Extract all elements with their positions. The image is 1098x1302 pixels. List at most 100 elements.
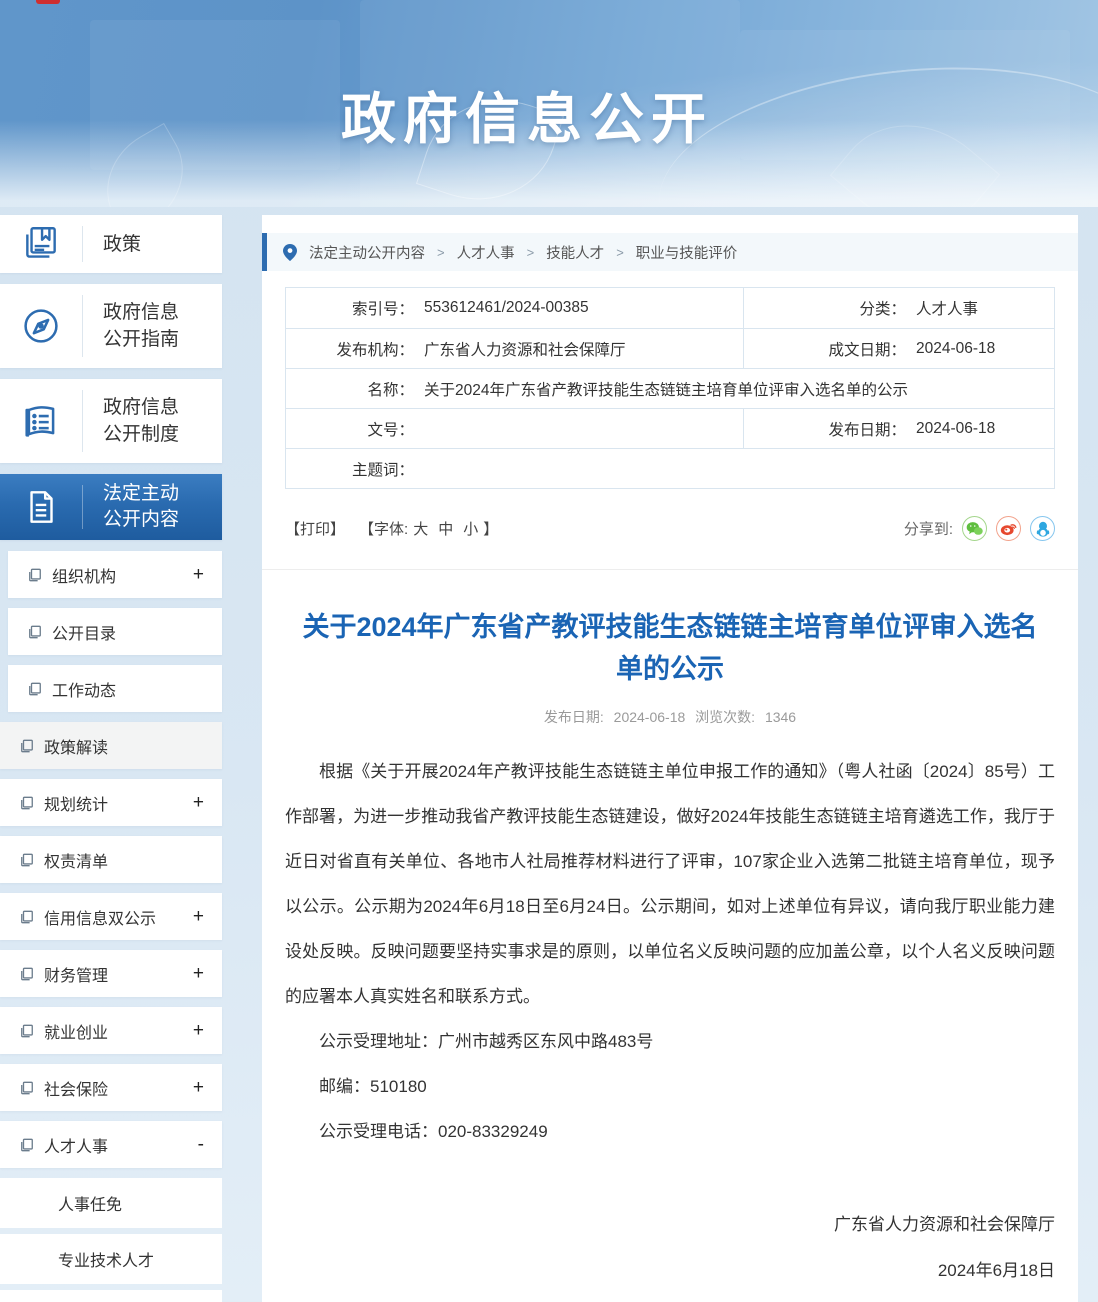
view-count-label: 浏览次数:: [695, 709, 755, 725]
location-pin-icon: [283, 244, 297, 261]
breadcrumb: 法定主动公开内容 > 人才人事 > 技能人才 > 职业与技能评价: [262, 233, 1078, 271]
sidebar-item-organization[interactable]: 组织机构 +: [8, 551, 222, 598]
pages-icon: [20, 796, 34, 810]
index-number-label: 索引号：: [286, 297, 414, 319]
share-bar: 分享到:: [904, 516, 1055, 541]
font-size-control: 【字体: 大 中 小 】: [359, 518, 498, 539]
expand-icon[interactable]: +: [193, 964, 204, 983]
sidebar-item-label: 工作动态: [52, 677, 116, 701]
sidebar-item-label: 就业创业: [44, 1019, 108, 1043]
emblem-fragment: [36, 0, 60, 4]
sidebar-item-disclosure-rules[interactable]: 政府信息公开制度: [0, 379, 222, 463]
expand-icon[interactable]: +: [193, 565, 204, 584]
written-date-label: 成文日期：: [744, 338, 906, 360]
signature-date: 2024年6月18日: [285, 1248, 1055, 1294]
article-paragraph: 根据《关于开展2024年产教评技能生态链链主单位申报工作的通知》（粤人社函〔20…: [285, 749, 1055, 1019]
article-body: 根据《关于开展2024年产教评技能生态链链主单位申报工作的通知》（粤人社函〔20…: [285, 749, 1055, 1154]
view-count: 1346: [765, 709, 796, 725]
book-icon: [0, 223, 82, 265]
breadcrumb-item-statutory-disclosure[interactable]: 法定主动公开内容: [309, 242, 425, 263]
expand-icon[interactable]: +: [193, 907, 204, 926]
sidebar-item-statutory-disclosure[interactable]: 法定主动公开内容: [0, 474, 222, 540]
weibo-share-icon[interactable]: [996, 516, 1021, 541]
compass-icon: [0, 304, 82, 348]
sidebar-item-label: 社会保险: [44, 1076, 108, 1100]
signature-block: 广东省人力资源和社会保障厅 2024年6月18日: [285, 1202, 1055, 1294]
pages-icon: [28, 568, 42, 582]
sidebar-item-label: 政策: [83, 231, 141, 258]
main-layout: 政策 政府信息公开指南: [0, 207, 1098, 1302]
qq-share-icon[interactable]: [1030, 516, 1055, 541]
breadcrumb-item-skilled-talent[interactable]: 技能人才: [546, 242, 604, 263]
keywords-label: 主题词：: [286, 458, 414, 480]
pages-icon: [28, 625, 42, 639]
sidebar-item-label: 法定主动公开内容: [83, 481, 179, 533]
wechat-share-icon[interactable]: [962, 516, 987, 541]
sidebar-item-policy-interpretation[interactable]: 政策解读: [0, 722, 222, 769]
collapse-icon[interactable]: -: [198, 1135, 204, 1154]
expand-icon[interactable]: +: [193, 1078, 204, 1097]
sidebar-item-planning-statistics[interactable]: 规划统计 +: [0, 779, 222, 826]
table-row: 名称： 关于2024年广东省产教评技能生态链链主培育单位评审入选名单的公示: [286, 368, 1054, 408]
publish-date-value: 2024-06-18: [906, 420, 995, 438]
sidebar-item-finance[interactable]: 财务管理 +: [0, 950, 222, 997]
table-row: 文号： 发布日期： 2024-06-18: [286, 408, 1054, 448]
pages-icon: [20, 1081, 34, 1095]
expand-icon[interactable]: +: [193, 793, 204, 812]
breadcrumb-separator: >: [437, 245, 445, 260]
article-meta: 发布日期: 2024-06-18 浏览次数: 1346: [285, 707, 1055, 727]
document-name-value: 关于2024年广东省产教评技能生态链链主培育单位评审入选名单的公示: [414, 378, 908, 400]
sidebar-item-label: 公开目录: [52, 620, 116, 644]
sidebar-item-personnel-appointment[interactable]: 人事任免: [0, 1178, 222, 1228]
sidebar-item-label: 政府信息公开制度: [83, 394, 179, 448]
sidebar-item-talent-personnel[interactable]: 人才人事 -: [0, 1121, 222, 1168]
print-button[interactable]: 【打印】: [285, 518, 345, 539]
sidebar-item-label: 专业技术人才: [58, 1247, 154, 1271]
sidebar-item-label: 权责清单: [44, 848, 108, 872]
acceptance-address: 公示受理地址：广州市越秀区东风中路483号: [285, 1019, 1055, 1064]
font-size-suffix: 】: [483, 518, 498, 539]
rules-list-icon: [0, 399, 82, 443]
expand-icon[interactable]: +: [193, 1021, 204, 1040]
sidebar-item-work-news[interactable]: 工作动态: [8, 665, 222, 712]
font-size-small-button[interactable]: 小: [463, 518, 478, 539]
sidebar-item-label: 财务管理: [44, 962, 108, 986]
sidebar-item-disclosure-guide[interactable]: 政府信息公开指南: [0, 284, 222, 368]
written-date-value: 2024-06-18: [906, 340, 995, 358]
document-number-label: 文号：: [286, 418, 414, 440]
breadcrumb-item-current-page: 职业与技能评价: [636, 242, 738, 263]
sidebar-item-catalog[interactable]: 公开目录: [8, 608, 222, 655]
sidebar-item-employment[interactable]: 就业创业 +: [0, 1007, 222, 1054]
pages-icon: [20, 967, 34, 981]
font-size-large-button[interactable]: 大: [413, 518, 428, 539]
pages-icon: [20, 739, 34, 753]
font-size-prefix: 【字体:: [359, 518, 408, 539]
sidebar-item-professional-talent[interactable]: 专业技术人才: [0, 1234, 222, 1284]
pages-icon: [20, 1138, 34, 1152]
article: 关于2024年广东省产教评技能生态链链主培育单位评审入选名单的公示 发布日期: …: [262, 606, 1078, 1302]
sidebar-item-credit-disclosure[interactable]: 信用信息双公示 +: [0, 893, 222, 940]
sidebar-item-responsibility-list[interactable]: 权责清单: [0, 836, 222, 883]
sidebar-item-label: 政府信息公开指南: [83, 299, 179, 353]
article-title: 关于2024年广东省产教评技能生态链链主培育单位评审入选名单的公示: [300, 606, 1040, 690]
index-number-value: 553612461/2024-00385: [414, 299, 589, 317]
font-size-medium-button[interactable]: 中: [438, 518, 453, 539]
acceptance-phone: 公示受理电话：020-83329249: [285, 1109, 1055, 1154]
sidebar-item-label: 人事任免: [58, 1191, 122, 1215]
category-value: 人才人事: [906, 297, 978, 319]
document-icon: [0, 486, 82, 528]
pages-icon: [28, 682, 42, 696]
page-header-banner: 政府信息公开: [0, 0, 1098, 207]
sidebar-item-skilled-talent[interactable]: 技能人才 -: [0, 1290, 222, 1302]
table-row: 主题词：: [286, 448, 1054, 488]
content-panel: 法定主动公开内容 > 人才人事 > 技能人才 > 职业与技能评价 索引号： 55…: [262, 215, 1078, 1302]
issuing-agency-label: 发布机构：: [286, 338, 414, 360]
sidebar-item-label: 人才人事: [44, 1133, 108, 1157]
table-row: 发布机构： 广东省人力资源和社会保障厅 成文日期： 2024-06-18: [286, 328, 1054, 368]
breadcrumb-separator: >: [616, 245, 624, 260]
sidebar-item-social-insurance[interactable]: 社会保险 +: [0, 1064, 222, 1111]
sidebar-item-label: 信用信息双公示: [44, 905, 156, 929]
sidebar-item-policy[interactable]: 政策: [0, 215, 222, 273]
table-row: 索引号： 553612461/2024-00385 分类： 人才人事: [286, 288, 1054, 328]
breadcrumb-item-talent-personnel[interactable]: 人才人事: [457, 242, 515, 263]
